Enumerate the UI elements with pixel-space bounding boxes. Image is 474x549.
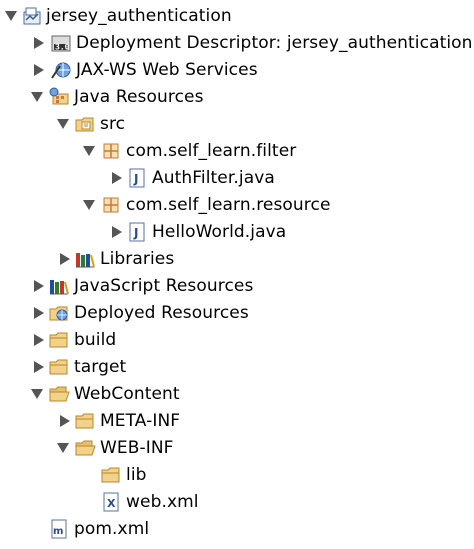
expanded-triangle-icon[interactable] xyxy=(56,441,70,455)
tree-item-meta-inf[interactable]: META-INF xyxy=(0,407,474,434)
web-project-icon xyxy=(21,6,43,26)
tree-item-authfilter-java[interactable]: J AuthFilter.java xyxy=(0,164,474,191)
svg-text:3.0: 3.0 xyxy=(55,42,70,51)
tree-item-label: lib xyxy=(126,464,147,485)
expanded-triangle-icon[interactable] xyxy=(4,9,18,23)
java-file-icon: J xyxy=(126,168,148,188)
tree-item-build[interactable]: build xyxy=(0,326,474,353)
tree-item-webcontent[interactable]: WebContent xyxy=(0,380,474,407)
collapsed-triangle-icon[interactable] xyxy=(32,36,46,50)
deployed-resources-icon xyxy=(48,303,70,323)
maven-file-icon: m xyxy=(48,519,70,539)
tree-item-target[interactable]: target xyxy=(0,353,474,380)
svg-text:J: J xyxy=(133,226,138,240)
collapsed-triangle-icon[interactable] xyxy=(110,225,124,239)
collapsed-triangle-icon[interactable] xyxy=(32,63,46,77)
tree-item-lib[interactable]: lib xyxy=(0,461,474,488)
tree-item-label: JAX-WS Web Services xyxy=(76,59,258,80)
tree-item-label: pom.xml xyxy=(74,518,150,539)
package-icon xyxy=(100,141,122,161)
folder-icon xyxy=(48,330,70,350)
deployment-descriptor-icon: 3.0 xyxy=(50,33,72,53)
expanded-triangle-icon[interactable] xyxy=(82,198,96,212)
tree-item-label: web.xml xyxy=(126,491,199,512)
tree-item-label: META-INF xyxy=(100,410,181,431)
tree-item-label: Java Resources xyxy=(74,86,204,107)
tree-item-label: jersey_authentication xyxy=(46,5,232,26)
folder-icon xyxy=(100,465,122,485)
java-resources-icon xyxy=(48,87,70,107)
collapsed-triangle-icon[interactable] xyxy=(32,360,46,374)
java-file-icon: J xyxy=(126,222,148,242)
tree-item-web-inf[interactable]: WEB-INF xyxy=(0,434,474,461)
open-folder-icon xyxy=(48,384,70,404)
tree-item-label: HelloWorld.java xyxy=(152,221,287,242)
tree-item-package-filter[interactable]: com.self_learn.filter xyxy=(0,137,474,164)
tree-item-label: AuthFilter.java xyxy=(152,167,275,188)
tree-item-deployment-descriptor[interactable]: 3.0 Deployment Descriptor: jersey_authen… xyxy=(0,29,474,56)
tree-item-src[interactable]: src xyxy=(0,110,474,137)
open-folder-icon xyxy=(74,438,96,458)
tree-item-libraries[interactable]: Libraries xyxy=(0,245,474,272)
svg-text:J: J xyxy=(133,172,138,186)
tree-item-pom-xml[interactable]: m pom.xml xyxy=(0,515,474,542)
source-folder-icon xyxy=(74,114,96,134)
tree-item-label: build xyxy=(74,329,117,350)
expanded-triangle-icon[interactable] xyxy=(82,144,96,158)
expanded-triangle-icon[interactable] xyxy=(56,117,70,131)
expanded-triangle-icon[interactable] xyxy=(30,90,44,104)
collapsed-triangle-icon[interactable] xyxy=(58,414,72,428)
tree-item-label: com.self_learn.resource xyxy=(126,194,331,215)
tree-item-label: JavaScript Resources xyxy=(74,275,254,296)
tree-item-jaxws[interactable]: JAX-WS Web Services xyxy=(0,56,474,83)
tree-item-javascript-resources[interactable]: JavaScript Resources xyxy=(0,272,474,299)
collapsed-triangle-icon[interactable] xyxy=(110,171,124,185)
tree-item-package-resource[interactable]: com.self_learn.resource xyxy=(0,191,474,218)
tree-item-web-xml[interactable]: X web.xml xyxy=(0,488,474,515)
javascript-libraries-icon xyxy=(48,276,70,296)
tree-item-label: WebContent xyxy=(74,383,180,404)
collapsed-triangle-icon[interactable] xyxy=(58,252,72,266)
tree-item-java-resources[interactable]: Java Resources xyxy=(0,83,474,110)
tree-item-label: Deployed Resources xyxy=(74,302,249,323)
collapsed-triangle-icon[interactable] xyxy=(32,333,46,347)
svg-text:m: m xyxy=(53,526,63,537)
tree-item-label: Libraries xyxy=(100,248,175,269)
tree-item-label: src xyxy=(100,113,126,134)
folder-icon xyxy=(48,357,70,377)
svg-text:X: X xyxy=(107,497,116,510)
tree-item-label: WEB-INF xyxy=(100,437,174,458)
tree-item-label: com.self_learn.filter xyxy=(126,140,297,161)
folder-icon xyxy=(74,411,96,431)
collapsed-triangle-icon[interactable] xyxy=(32,306,46,320)
expanded-triangle-icon[interactable] xyxy=(30,387,44,401)
collapsed-triangle-icon[interactable] xyxy=(32,279,46,293)
tree-item-project[interactable]: jersey_authentication xyxy=(0,2,474,29)
xml-file-icon: X xyxy=(100,492,122,512)
package-icon xyxy=(100,195,122,215)
web-services-icon xyxy=(50,60,72,80)
tree-item-helloworld-java[interactable]: J HelloWorld.java xyxy=(0,218,474,245)
libraries-icon xyxy=(74,249,96,269)
tree-item-deployed-resources[interactable]: Deployed Resources xyxy=(0,299,474,326)
tree-item-label: target xyxy=(74,356,127,377)
tree-item-label: Deployment Descriptor: jersey_authentica… xyxy=(76,32,473,53)
